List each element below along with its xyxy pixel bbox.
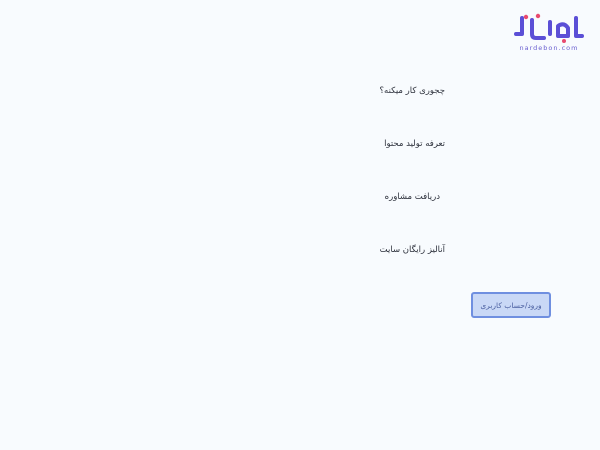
- nav-item-consultation[interactable]: دریافت مشاوره: [385, 192, 440, 202]
- nav-item-free-site-analysis[interactable]: آنالیز رایگان سایت: [380, 245, 445, 255]
- page: nardebon.com چجوری کار میکنه؟ تعرفه تولی…: [0, 0, 600, 450]
- nav-item-content-pricing[interactable]: تعرفه تولید محتوا: [384, 139, 445, 149]
- nav-item-how-it-works[interactable]: چجوری کار میکنه؟: [380, 86, 445, 96]
- main-nav: چجوری کار میکنه؟ تعرفه تولید محتوا دریاف…: [285, 0, 445, 300]
- brand-logo[interactable]: nardebon.com: [512, 12, 586, 56]
- logo-mark-icon: [514, 13, 584, 43]
- login-account-button[interactable]: ورود/حساب کاربری: [471, 292, 551, 318]
- logo-tagline: nardebon.com: [519, 44, 579, 52]
